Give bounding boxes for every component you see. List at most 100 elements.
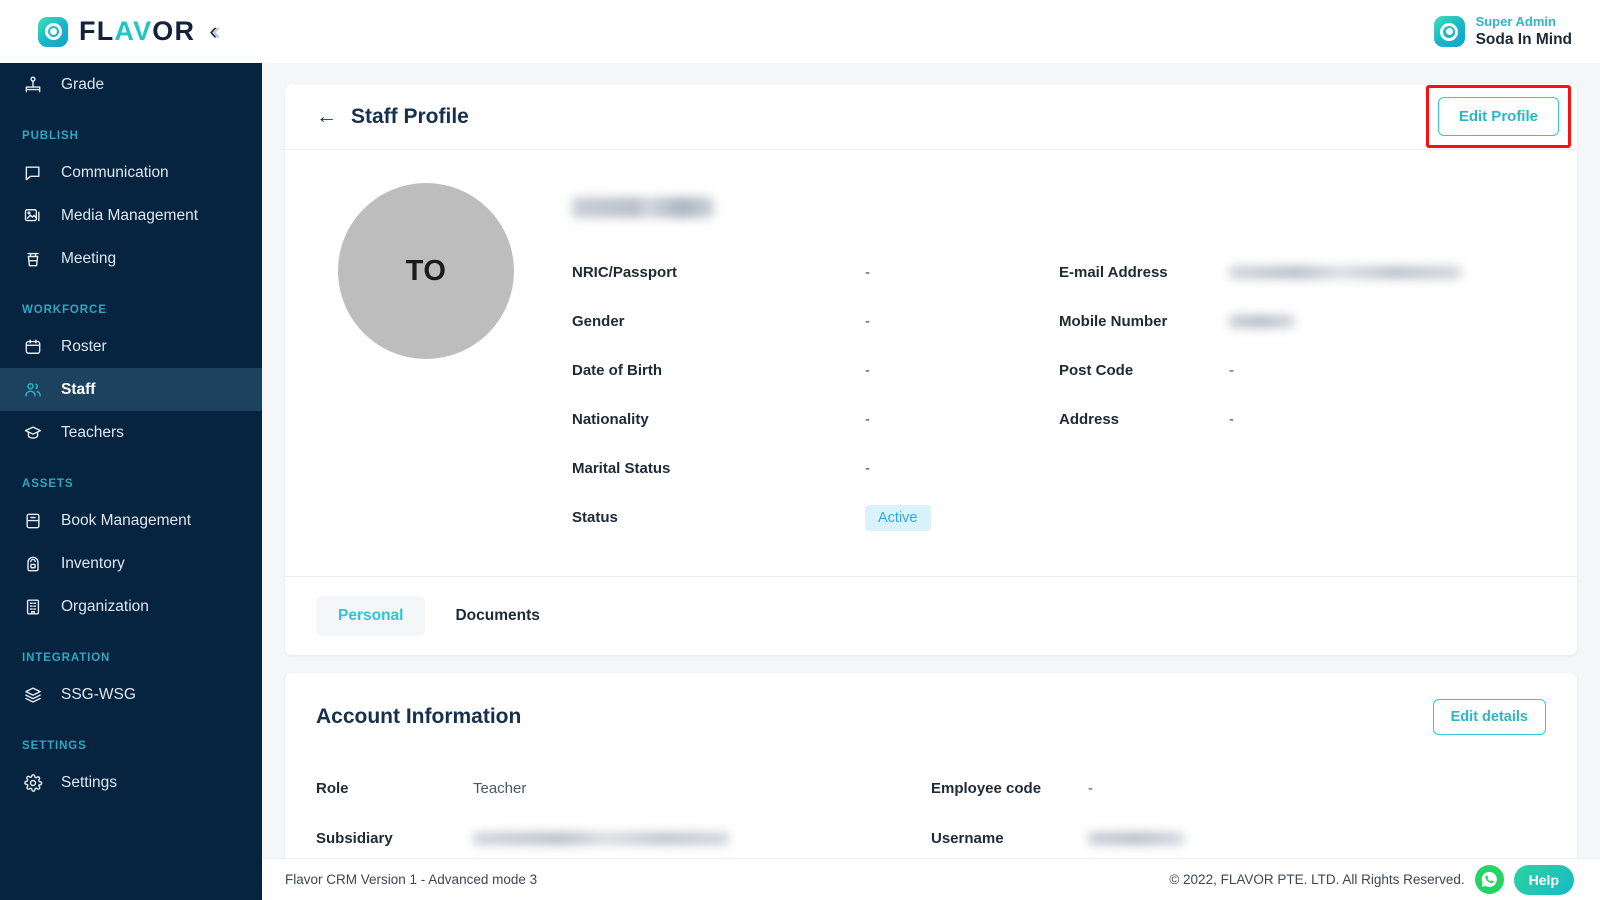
account-section-header: Account Information Edit details [285, 673, 1577, 739]
staff-name-redacted [572, 197, 714, 218]
brand-word-part2: OR [152, 16, 196, 46]
app-root: FLAVOR ‹ ‹ Super Admin Soda In Mind Grade… [0, 0, 1600, 900]
sidebar-item-organization[interactable]: Organization [0, 585, 262, 628]
media-icon [22, 205, 44, 227]
sidebar-item-media-management[interactable]: Media Management [0, 194, 262, 237]
field-value: - [865, 264, 870, 281]
sidebar-item-label: Inventory [61, 554, 125, 572]
profile-fields-right: E-mail Address Mobile Number Post Code - [1059, 248, 1546, 542]
table-row: Role Teacher Employee code - [316, 763, 1546, 813]
email-value-redacted [1229, 266, 1461, 279]
back-arrow-icon[interactable]: ← [316, 106, 337, 127]
sidebar-item-grade[interactable]: Grade [0, 63, 262, 106]
account-label: Username [931, 829, 1004, 847]
field-label: Gender [572, 313, 625, 330]
field-value: - [865, 411, 870, 428]
sidebar-section-settings: SETTINGS [22, 740, 87, 752]
field-row: E-mail Address [1059, 248, 1546, 297]
field-label: Post Code [1059, 362, 1134, 379]
chat-icon [22, 162, 44, 184]
sidebar-item-meeting[interactable]: Meeting [0, 237, 262, 280]
edit-details-button[interactable]: Edit details [1432, 699, 1546, 735]
backpack-icon [22, 553, 44, 575]
top-bar-user[interactable]: Super Admin Soda In Mind [1433, 13, 1600, 50]
sidebar-item-label: Organization [61, 597, 149, 615]
sidebar-item-label: Book Management [61, 511, 192, 529]
sidebar-section-publish: PUBLISH [22, 130, 79, 142]
page-title: Staff Profile [351, 104, 469, 128]
field-row: Gender - [572, 297, 1059, 346]
field-value: - [865, 460, 870, 477]
status-row: Status Active [572, 493, 1059, 542]
sidebar-item-inventory[interactable]: Inventory [0, 542, 262, 585]
footer-copyright: © 2022, FLAVOR PTE. LTD. All Rights Rese… [1169, 872, 1465, 887]
subsidiary-value-redacted [473, 831, 729, 845]
help-button[interactable]: Help [1513, 864, 1574, 895]
book-icon [22, 510, 44, 532]
sidebar-item-settings[interactable]: Settings [0, 761, 262, 804]
field-value: - [865, 362, 870, 379]
profile-tabs: Personal Documents [285, 576, 1577, 655]
account-label: Subsidiary [316, 829, 393, 847]
account-label: Employee code [931, 779, 1042, 797]
podium-icon [22, 248, 44, 270]
whatsapp-icon[interactable] [1474, 865, 1504, 894]
sidebar-section-assets: ASSETS [22, 478, 74, 490]
layers-icon [22, 684, 44, 706]
tab-personal[interactable]: Personal [316, 596, 426, 636]
field-label: Date of Birth [572, 362, 662, 379]
sidebar-item-book-management[interactable]: Book Management [0, 499, 262, 542]
edit-profile-button[interactable]: Edit Profile [1437, 97, 1559, 136]
field-value: - [1229, 411, 1234, 428]
sidebar-item-label: Teachers [61, 423, 124, 441]
field-label: Mobile Number [1059, 313, 1168, 330]
account-label: Role [316, 779, 349, 797]
sidebar: Grade PUBLISH Communication Media Manage… [0, 0, 262, 900]
username-value-redacted [1088, 831, 1184, 845]
users-icon [22, 379, 44, 401]
status-label: Status [572, 509, 618, 526]
field-row: Marital Status - [572, 444, 1059, 493]
sidebar-collapse-icon[interactable]: ‹ ‹ [209, 19, 221, 44]
brand-word-part1: FL [79, 16, 115, 46]
field-row: Date of Birth - [572, 346, 1059, 395]
building-icon [22, 596, 44, 618]
calendar-icon [22, 336, 44, 358]
sidebar-item-staff[interactable]: Staff [0, 368, 262, 411]
field-row: Address - [1059, 395, 1546, 444]
brand-word-accent: AV [114, 16, 153, 46]
user-role-label: Super Admin [1475, 13, 1556, 29]
field-label: Address [1059, 411, 1120, 428]
account-value: Teacher [473, 779, 527, 797]
profile-fields-left: NRIC/Passport - Gender - Date of Birth - [572, 248, 1059, 542]
field-row: Post Code - [1059, 346, 1546, 395]
sidebar-item-label: Communication [61, 163, 169, 181]
footer-bar: Flavor CRM Version 1 - Advanced mode 3 ©… [262, 858, 1600, 900]
sidebar-item-roster[interactable]: Roster [0, 325, 262, 368]
account-section-title: Account Information [316, 705, 522, 728]
field-value: - [1229, 362, 1234, 379]
user-avatar-icon [1433, 16, 1465, 47]
sidebar-item-teachers[interactable]: Teachers [0, 411, 262, 454]
graduation-cap-icon [22, 422, 44, 444]
sidebar-section-integration: INTEGRATION [22, 652, 111, 664]
staff-profile-card: ← Staff Profile Edit Profile TO NRIC/Pas… [285, 84, 1577, 655]
sidebar-item-label: Meeting [61, 249, 117, 267]
avatar-initials: TO [405, 254, 447, 287]
mobile-value-redacted [1229, 315, 1295, 328]
sidebar-item-communication[interactable]: Communication [0, 151, 262, 194]
avatar: TO [338, 183, 514, 359]
sidebar-item-ssg-wsg[interactable]: SSG-WSG [0, 673, 262, 716]
page-header: ← Staff Profile Edit Profile [285, 84, 1577, 150]
brand-logo[interactable]: FLAVOR ‹ ‹ [0, 0, 262, 63]
gear-icon [22, 772, 44, 794]
brand-wordmark: FLAVOR [79, 18, 195, 45]
table-row: Subsidiary Username [316, 813, 1546, 863]
field-label: E-mail Address [1059, 264, 1168, 281]
field-label: Marital Status [572, 460, 671, 477]
sidebar-item-label: Grade [61, 75, 105, 93]
tab-documents[interactable]: Documents [433, 596, 561, 636]
main-content: ← Staff Profile Edit Profile TO NRIC/Pas… [262, 63, 1600, 900]
account-value: - [1088, 779, 1093, 797]
grade-icon [22, 74, 44, 96]
